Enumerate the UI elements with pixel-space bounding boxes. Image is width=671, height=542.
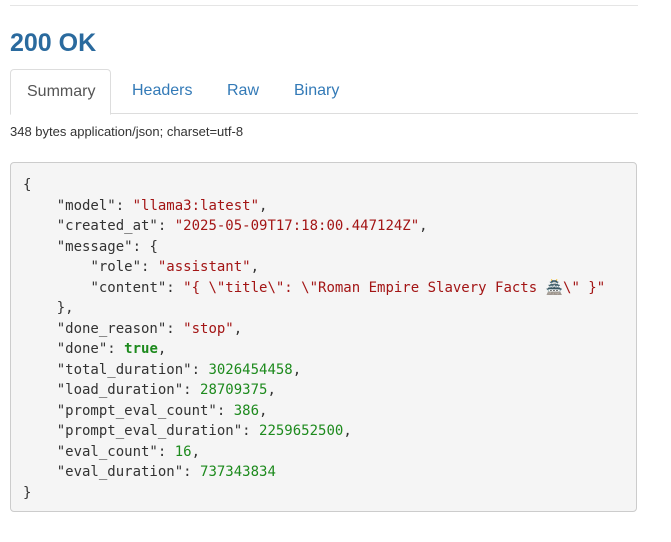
json-line: "model": "llama3:latest", bbox=[56, 197, 268, 214]
json-brace: }, bbox=[56, 300, 74, 316]
json-line: "message": { bbox=[56, 238, 158, 255]
json-line: { bbox=[23, 175, 636, 196]
response-meta: 348 bytes application/json; charset=utf-… bbox=[10, 124, 244, 139]
json-line: "prompt_eval_count": 386, bbox=[56, 402, 268, 419]
json-line: "eval_duration": 737343834 bbox=[56, 464, 276, 480]
json-boolean: true bbox=[124, 341, 158, 357]
tab-summary[interactable]: Summary bbox=[10, 69, 111, 115]
json-key: "prompt_eval_count" bbox=[56, 402, 217, 419]
json-key: "model" bbox=[56, 197, 116, 214]
tab-raw[interactable]: Raw bbox=[211, 69, 275, 114]
json-number: 386 bbox=[233, 402, 260, 419]
tab-binary[interactable]: Binary bbox=[278, 69, 355, 114]
json-key: "eval_duration" bbox=[56, 464, 184, 480]
json-line: "created_at": "2025-05-09T17:18:00.44712… bbox=[56, 218, 428, 234]
json-brace: { bbox=[149, 238, 158, 255]
json-line: "eval_count": 16, bbox=[56, 443, 201, 460]
json-key: "load_duration" bbox=[56, 382, 184, 398]
status-title: 200 OK bbox=[10, 29, 97, 57]
json-line: "done_reason": "stop", bbox=[56, 320, 243, 337]
json-line: "total_duration": 3026454458, bbox=[56, 361, 302, 378]
json-number: 28709375 bbox=[200, 382, 268, 398]
json-line: "content": "{ \"title\": \"Roman Empire … bbox=[90, 279, 606, 296]
json-number: 16 bbox=[174, 443, 192, 460]
json-open-brace: { bbox=[23, 177, 32, 193]
json-line: "prompt_eval_duration": 2259652500, bbox=[56, 423, 352, 439]
json-key: "eval_count" bbox=[56, 443, 158, 460]
json-number: 3026454458 bbox=[208, 361, 293, 378]
json-key: "content" bbox=[90, 279, 167, 296]
json-key: "done_reason" bbox=[56, 320, 167, 337]
tab-headers[interactable]: Headers bbox=[116, 69, 208, 114]
json-body: { "model": "llama3:latest", "created_at"… bbox=[10, 162, 637, 512]
json-close-brace: } bbox=[23, 484, 32, 501]
json-key: "prompt_eval_duration" bbox=[56, 423, 243, 439]
json-key: "total_duration" bbox=[56, 361, 192, 378]
json-line: }, bbox=[23, 298, 636, 319]
json-string: "2025-05-09T17:18:00.447124Z" bbox=[174, 218, 420, 234]
json-string: "assistant" bbox=[157, 259, 251, 275]
json-line: "load_duration": 28709375, bbox=[56, 382, 276, 398]
json-string: "{ \"title\": \"Roman Empire Slavery Fac… bbox=[183, 279, 606, 296]
json-key: "role" bbox=[90, 259, 142, 275]
json-string: "llama3:latest" bbox=[132, 197, 260, 214]
json-key: "created_at" bbox=[56, 218, 158, 234]
json-line: } bbox=[23, 483, 636, 504]
json-number: 2259652500 bbox=[259, 423, 344, 439]
json-number: 737343834 bbox=[200, 464, 276, 480]
json-key: "message" bbox=[56, 238, 133, 255]
json-string: "stop" bbox=[183, 320, 234, 337]
json-line: "role": "assistant", bbox=[90, 259, 260, 275]
top-divider bbox=[10, 5, 638, 6]
response-tabs: Summary Headers Raw Binary bbox=[10, 69, 638, 115]
json-key: "done" bbox=[56, 341, 108, 357]
json-line: "done": true, bbox=[56, 341, 167, 357]
